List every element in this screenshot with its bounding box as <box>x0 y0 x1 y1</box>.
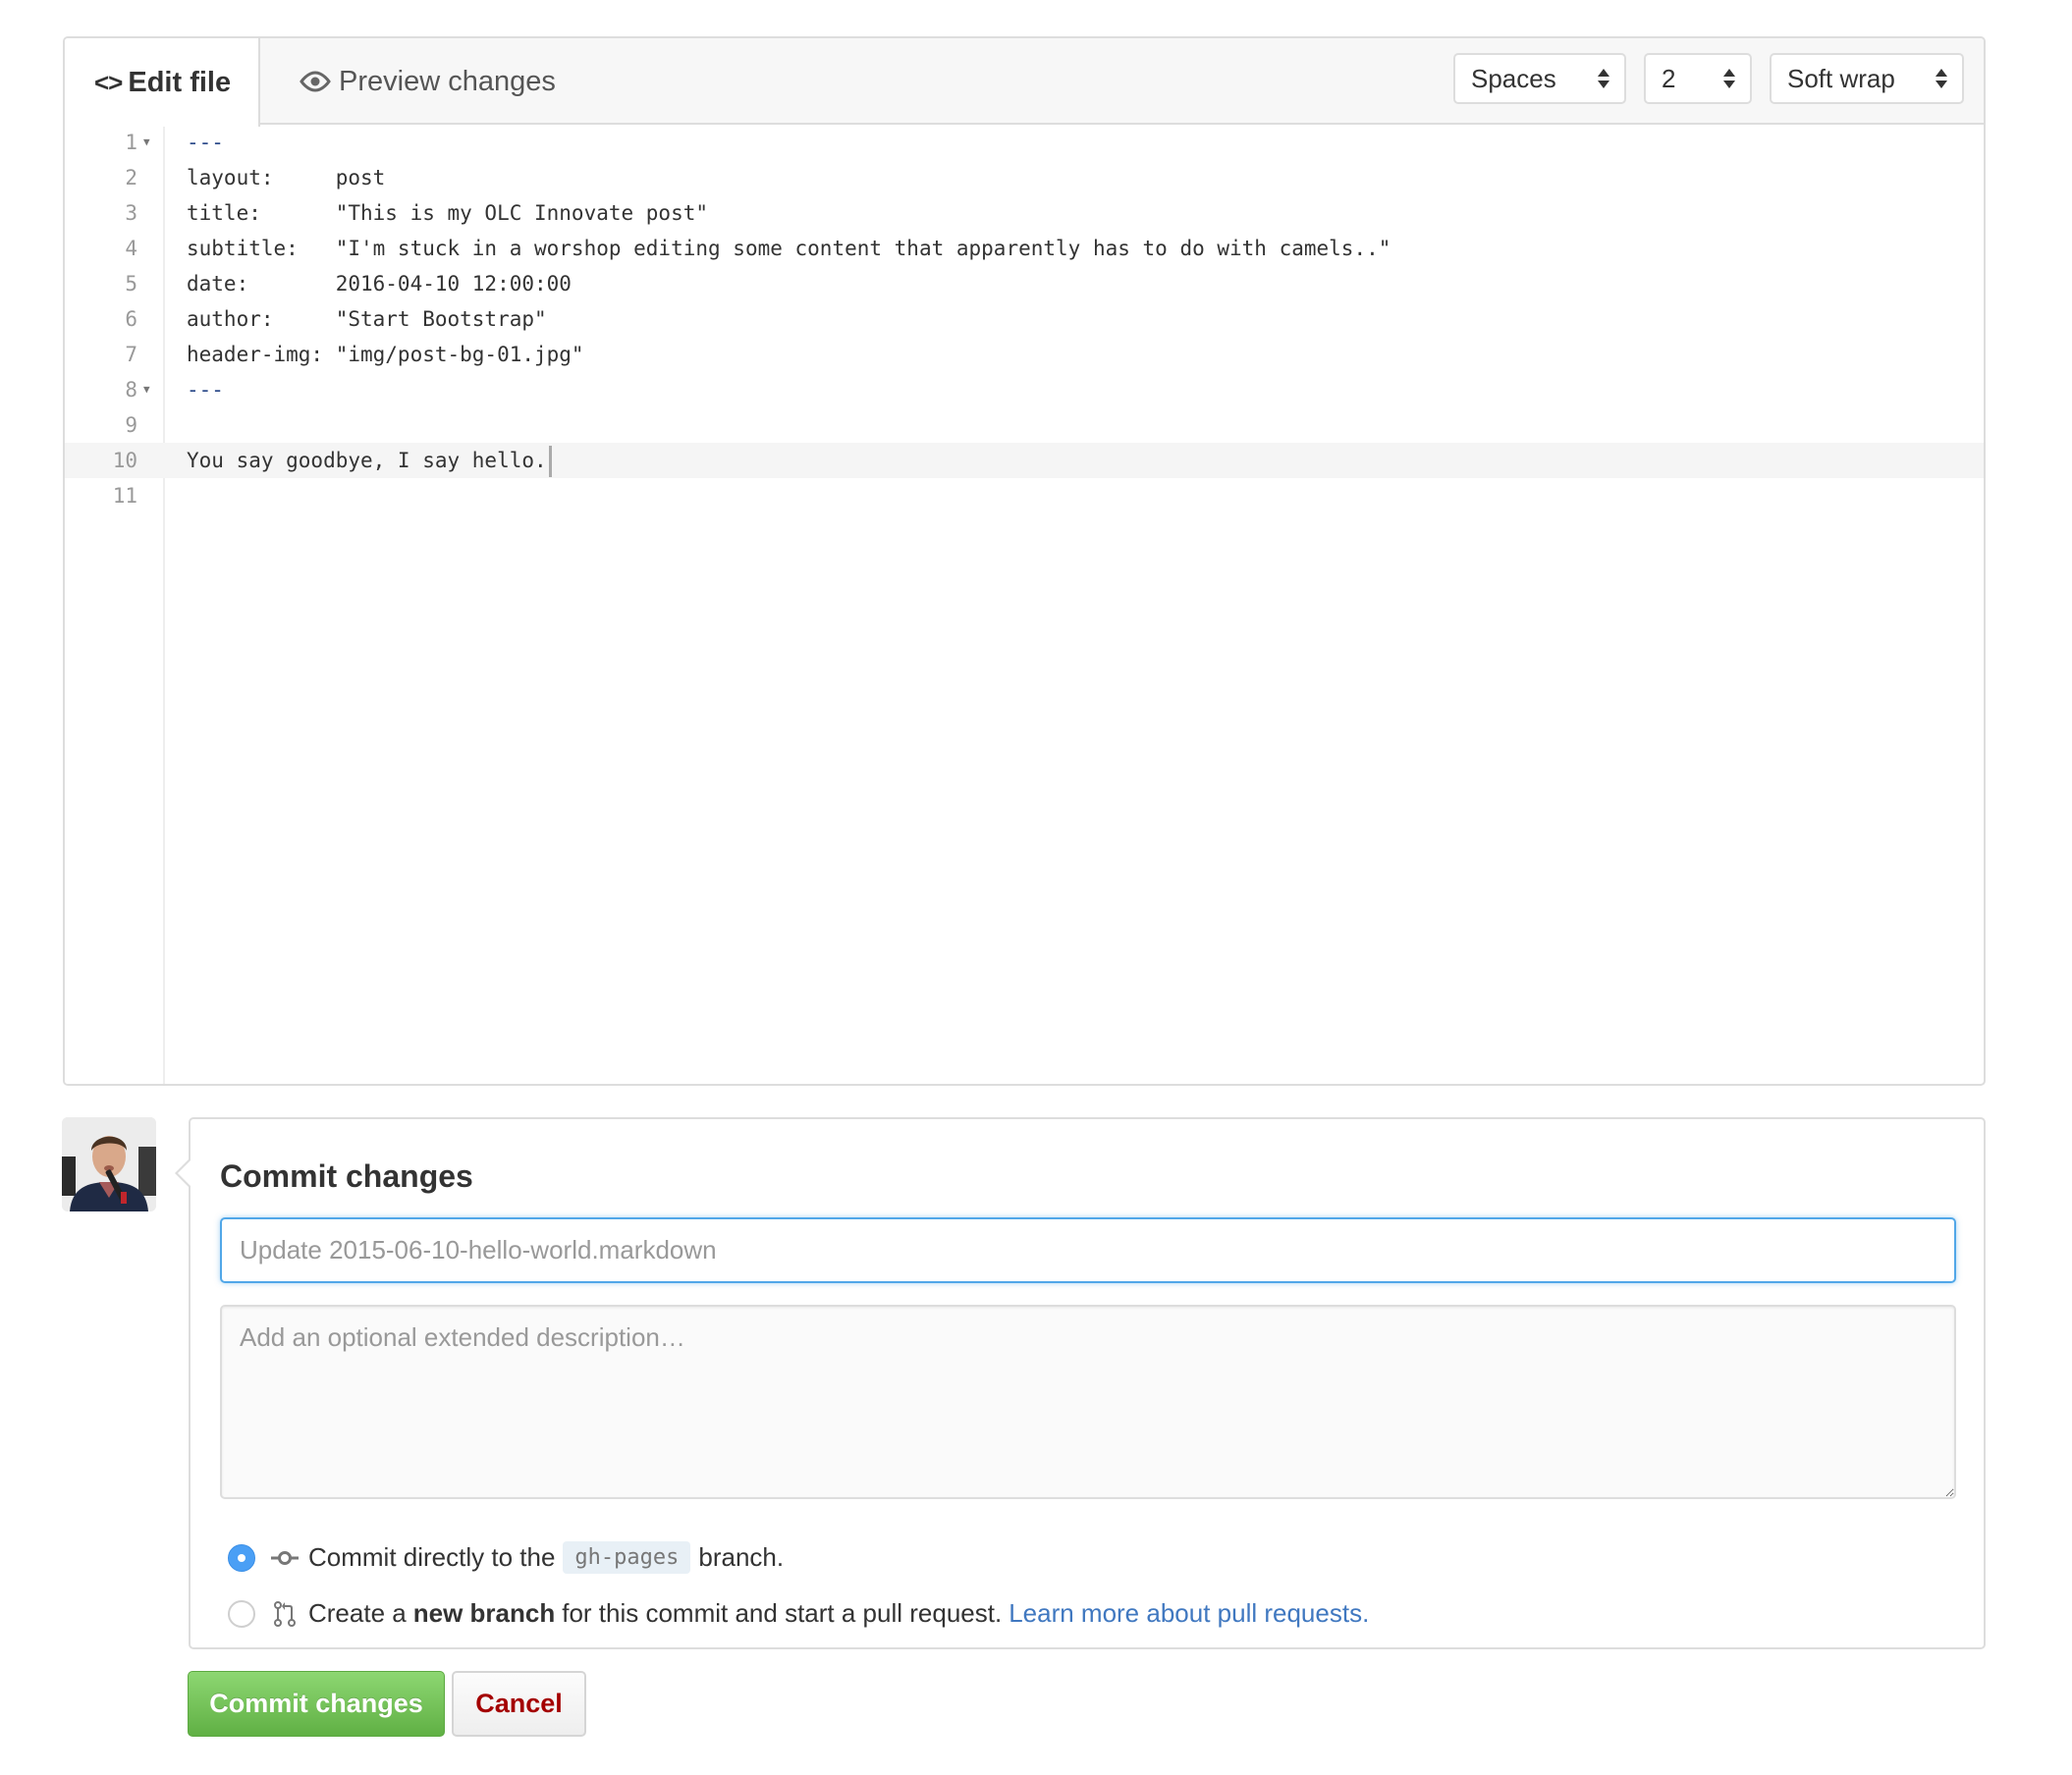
tab-label: Edit file <box>128 66 232 98</box>
commit-form: Commit changes Commit directly to the gh… <box>175 1117 1986 1649</box>
git-commit-icon <box>271 1550 299 1565</box>
branch-name-badge: gh-pages <box>563 1541 691 1574</box>
code-line[interactable]: 5 date: 2016-04-10 12:00:00 <box>65 266 1984 301</box>
new-branch-bold: new branch <box>412 1598 556 1628</box>
line-number: 5 <box>125 272 137 296</box>
code-line[interactable]: 8 ▼ --- <box>65 372 1984 407</box>
new-branch-option[interactable]: Create a new branch for this commit and … <box>228 1598 1369 1629</box>
code-editor-area[interactable]: 1 ▼ --- 2 layout: post 3 title: "This is… <box>65 125 1984 1084</box>
line-number: 6 <box>125 307 137 331</box>
indent-mode-select[interactable]: Spaces <box>1453 53 1626 104</box>
code-line[interactable]: 3 title: "This is my OLC Innovate post" <box>65 195 1984 231</box>
line-text: title: "This is my OLC Innovate post" <box>187 201 709 225</box>
tab-edit-file[interactable]: <> Edit file <box>65 38 260 127</box>
commit-form-title: Commit changes <box>220 1158 473 1194</box>
line-text: --- <box>187 378 224 402</box>
commit-description-textarea[interactable] <box>220 1305 1956 1499</box>
select-arrows-icon <box>1723 69 1735 88</box>
line-number: 10 <box>112 449 137 472</box>
tab-preview-changes[interactable]: Preview changes <box>260 38 556 125</box>
line-number: 3 <box>125 201 137 225</box>
select-arrows-icon <box>1598 69 1609 88</box>
line-number: 8 <box>125 378 137 402</box>
code-line[interactable]: 4 subtitle: "I'm stuck in a worshop edit… <box>65 231 1984 266</box>
commit-direct-option[interactable]: Commit directly to the gh-pages branch. <box>228 1541 784 1574</box>
editor-options: Spaces 2 Soft wrap <box>1453 53 1964 104</box>
line-number: 4 <box>125 237 137 260</box>
learn-more-pull-requests-link[interactable]: Learn more about pull requests. <box>1009 1598 1369 1629</box>
commit-direct-prefix: Commit directly to the <box>308 1542 556 1572</box>
line-text: --- <box>187 131 224 154</box>
line-text: header-img: "img/post-bg-01.jpg" <box>187 343 584 366</box>
new-branch-prefix: Create a <box>308 1598 407 1628</box>
cancel-button[interactable]: Cancel <box>452 1671 586 1737</box>
commit-direct-suffix: branch. <box>698 1542 785 1572</box>
code-line[interactable]: 1 ▼ --- <box>65 125 1984 160</box>
new-branch-radio[interactable] <box>228 1599 255 1628</box>
new-branch-suffix: for this commit and start a pull request… <box>562 1598 1003 1628</box>
line-text: date: 2016-04-10 12:00:00 <box>187 272 572 296</box>
code-line[interactable]: 7 header-img: "img/post-bg-01.jpg" <box>65 337 1984 372</box>
line-text: author: "Start Bootstrap" <box>187 307 547 331</box>
tab-label: Preview changes <box>339 65 556 97</box>
wrap-mode-select[interactable]: Soft wrap <box>1770 53 1964 104</box>
line-text: You say goodbye, I say hello. <box>187 449 547 472</box>
line-text: layout: post <box>187 166 386 189</box>
line-number: 9 <box>125 413 137 437</box>
select-arrows-icon <box>1936 69 1947 88</box>
indent-mode-value: Spaces <box>1471 63 1556 93</box>
fold-arrow-icon[interactable]: ▼ <box>143 125 150 160</box>
code-line[interactable]: 6 author: "Start Bootstrap" <box>65 301 1984 337</box>
eye-icon <box>300 71 331 92</box>
line-number: 11 <box>112 484 137 508</box>
avatar <box>62 1117 156 1211</box>
fold-arrow-icon[interactable]: ▼ <box>143 372 150 407</box>
code-line[interactable]: 2 layout: post <box>65 160 1984 195</box>
line-number: 7 <box>125 343 137 366</box>
line-text-wrap: You say goodbye, I say hello. <box>187 443 552 478</box>
git-pull-request-icon <box>274 1600 296 1627</box>
wrap-mode-value: Soft wrap <box>1787 63 1895 93</box>
code-icon: <> <box>94 67 123 97</box>
editor-toolbar: <> Edit file Preview changes Spaces 2 So… <box>65 38 1984 127</box>
indent-size-select[interactable]: 2 <box>1644 53 1752 104</box>
code-line[interactable]: 11 <box>65 478 1984 513</box>
file-editor: <> Edit file Preview changes Spaces 2 So… <box>63 36 1986 1086</box>
code-line[interactable]: 9 <box>65 407 1984 443</box>
line-number: 2 <box>125 166 137 189</box>
commit-summary-input[interactable] <box>220 1217 1956 1283</box>
avatar-photo-icon <box>62 1117 156 1211</box>
commit-direct-radio[interactable] <box>228 1543 255 1572</box>
text-cursor <box>548 446 552 477</box>
code-line-active[interactable]: 10 You say goodbye, I say hello. <box>65 443 1984 478</box>
indent-size-value: 2 <box>1662 63 1676 93</box>
commit-changes-button[interactable]: Commit changes <box>188 1671 445 1737</box>
line-text: subtitle: "I'm stuck in a worshop editin… <box>187 237 1391 260</box>
line-number: 1 <box>125 131 137 154</box>
